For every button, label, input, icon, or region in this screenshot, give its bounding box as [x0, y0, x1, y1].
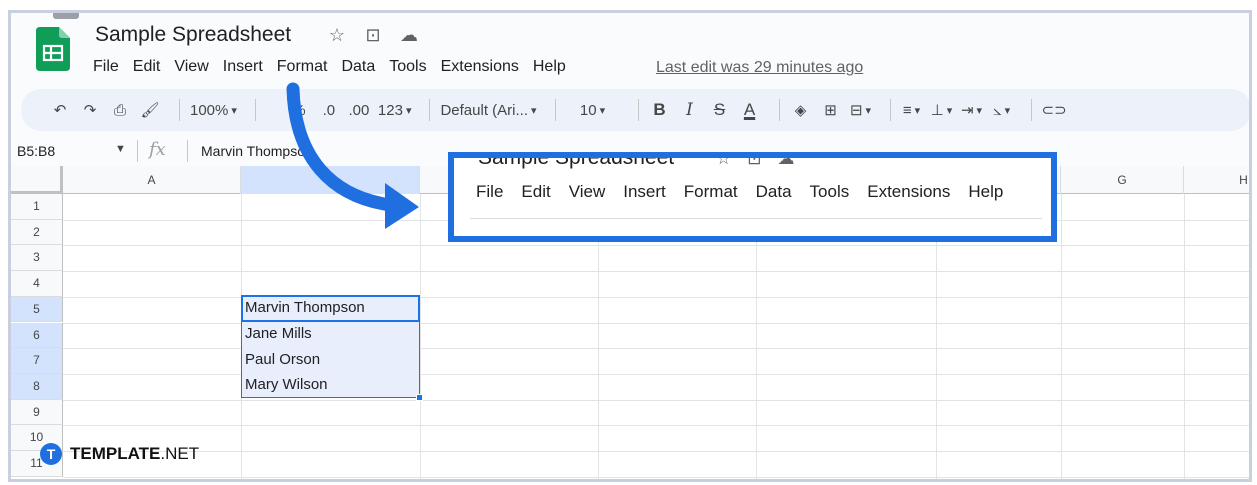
toolbar: ↶ ↷ ⎙ 🖌︎ 100% % .0 .00 123 Default (Ari.…	[21, 89, 1249, 131]
template-net-watermark: T TEMPLATE.NET	[40, 443, 199, 465]
row-header[interactable]: 4	[11, 271, 63, 297]
toolbar-divider	[179, 99, 180, 121]
merge-cells-icon[interactable]: ⊟	[850, 97, 872, 123]
row-header[interactable]: 8	[11, 373, 63, 400]
move-folder-icon[interactable]: ⊡	[361, 25, 385, 46]
cell-b7[interactable]: Paul Orson	[241, 351, 320, 368]
move-folder-icon: ⊡	[747, 152, 762, 168]
vertical-align-icon[interactable]: ⊥	[931, 97, 953, 123]
menu-tools[interactable]: Tools	[389, 58, 426, 76]
menu-insert[interactable]: Insert	[223, 58, 263, 76]
font-select[interactable]: Default (Ari...	[440, 97, 536, 123]
callout-menu-insert: Insert	[623, 182, 666, 201]
toolbar-divider	[778, 99, 780, 121]
zoomed-menu-callout: Sample Spreadsheet ☆ ⊡ ☁ File Edit View …	[448, 152, 1057, 242]
menu-format[interactable]: Format	[277, 58, 328, 76]
star-icon[interactable]: ☆	[325, 25, 349, 46]
menu-bar: File Edit View Insert Format Data Tools …	[93, 58, 580, 76]
callout-menu-data: Data	[755, 182, 792, 201]
callout-divider	[470, 218, 1042, 219]
toolbar-divider	[254, 99, 256, 121]
italic-button[interactable]: I	[679, 97, 701, 123]
callout-menu-view: View	[568, 182, 606, 201]
horizontal-align-icon[interactable]: ≡	[901, 97, 923, 123]
menu-edit[interactable]: Edit	[133, 58, 161, 76]
row-header[interactable]: 1	[11, 194, 63, 220]
select-all-corner[interactable]	[11, 166, 63, 194]
name-box[interactable]: B5:B8	[17, 143, 55, 159]
template-logo-icon: T	[40, 443, 62, 465]
menu-view[interactable]: View	[174, 58, 208, 76]
callout-menu-edit: Edit	[521, 182, 551, 201]
undo-icon[interactable]: ↶	[49, 97, 71, 123]
callout-menu-extensions: Extensions	[867, 182, 951, 201]
column-header-a[interactable]: A	[63, 166, 241, 194]
toolbar-divider	[889, 99, 891, 121]
title-icons: ☆ ⊡ ☁	[325, 25, 421, 46]
menu-extensions[interactable]: Extensions	[441, 58, 519, 76]
cell-b5[interactable]: Marvin Thompson	[241, 299, 365, 316]
zoom-select[interactable]: 100%	[190, 97, 237, 123]
watermark-text: TEMPLATE.NET	[70, 444, 199, 464]
column-gridline	[420, 194, 421, 479]
menu-help[interactable]: Help	[533, 58, 566, 76]
column-header-h[interactable]: H	[1184, 166, 1249, 194]
cloud-saved-icon: ☁	[777, 152, 795, 168]
row-header[interactable]: 3	[11, 245, 63, 272]
menu-file[interactable]: File	[93, 58, 119, 76]
column-gridline	[1061, 194, 1062, 479]
text-color-button[interactable]: A	[739, 97, 761, 123]
print-icon[interactable]: ⎙	[109, 97, 131, 123]
callout-menu-format: Format	[683, 182, 738, 201]
toolbar-divider	[1030, 99, 1032, 121]
formula-divider	[187, 140, 188, 162]
bold-button[interactable]: B	[649, 97, 671, 123]
borders-icon[interactable]: ⊞	[820, 97, 842, 123]
cell-b6[interactable]: Jane Mills	[241, 325, 312, 342]
insert-link-icon[interactable]: ⊂⊃	[1042, 97, 1067, 123]
fx-icon: fx	[149, 139, 166, 160]
column-gridline	[1184, 194, 1185, 479]
menu-data[interactable]: Data	[341, 58, 375, 76]
text-rotation-icon[interactable]: ⦣	[991, 97, 1013, 123]
sheets-logo-icon[interactable]	[36, 27, 70, 71]
row-header[interactable]: 9	[11, 399, 63, 426]
chevron-down-icon[interactable]: ▼	[115, 143, 126, 155]
callout-title-icons: ☆ ⊡ ☁	[716, 152, 795, 169]
pointer-arrow-icon	[286, 82, 419, 229]
row-header[interactable]: 6	[11, 322, 63, 349]
cloud-saved-icon[interactable]: ☁	[397, 25, 421, 46]
last-edit-link[interactable]: Last edit was 29 minutes ago	[656, 59, 863, 77]
callout-menu-tools: Tools	[809, 182, 850, 201]
row-header[interactable]: 5	[11, 296, 63, 323]
callout-title: Sample Spreadsheet	[478, 152, 675, 169]
screenshot-frame: Sample Spreadsheet ☆ ⊡ ☁ File Edit View …	[8, 10, 1252, 482]
formula-divider	[137, 140, 138, 162]
font-size-select[interactable]: 10	[566, 97, 620, 123]
watermark-suffix: .NET	[160, 444, 200, 463]
column-header-g[interactable]: G	[1061, 166, 1184, 194]
watermark-brand: TEMPLATE	[70, 444, 161, 463]
top-edge-artifact	[53, 13, 79, 19]
toolbar-divider	[554, 99, 556, 121]
redo-icon[interactable]: ↷	[79, 97, 101, 123]
fill-color-icon[interactable]: ◈	[790, 97, 812, 123]
callout-menu-file: File	[476, 182, 504, 201]
document-title[interactable]: Sample Spreadsheet	[95, 23, 291, 47]
star-icon: ☆	[716, 152, 732, 168]
callout-menu-bar: File Edit View Insert Format Data Tools …	[476, 182, 1021, 202]
row-header[interactable]: 2	[11, 219, 63, 246]
text-wrap-icon[interactable]: ⇥	[961, 97, 983, 123]
fill-handle[interactable]	[416, 394, 423, 401]
toolbar-divider	[637, 99, 639, 121]
strikethrough-button[interactable]: S	[709, 97, 731, 123]
paint-format-icon[interactable]: 🖌︎	[139, 97, 161, 123]
callout-menu-help: Help	[968, 182, 1004, 201]
row-header[interactable]: 7	[11, 348, 63, 374]
cell-b8[interactable]: Mary Wilson	[241, 376, 328, 393]
